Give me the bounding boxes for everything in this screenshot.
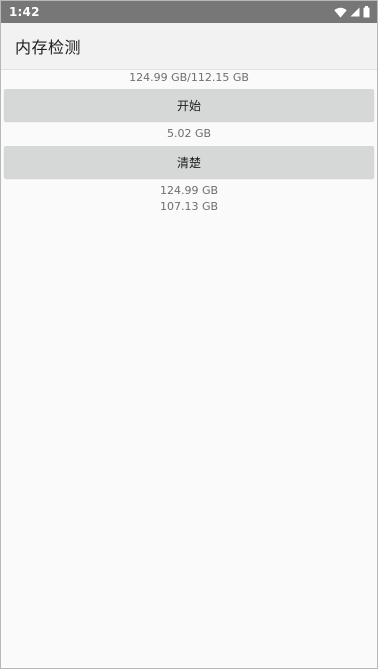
status-icons <box>334 6 370 18</box>
battery-icon <box>363 6 370 18</box>
cellular-signal-icon <box>350 7 360 17</box>
after-clean-available-text: 107.13 GB <box>159 200 219 213</box>
memory-result-text: 5.02 GB <box>166 127 212 140</box>
status-time: 1:42 <box>9 5 40 19</box>
app-bar: 内存检测 <box>1 23 377 70</box>
app-title: 内存检测 <box>15 38 82 57</box>
start-button[interactable]: 开始 <box>4 89 374 121</box>
wifi-icon <box>334 7 347 18</box>
memory-total-text: 124.99 GB/112.15 GB <box>129 71 249 84</box>
phone-screen: 1:42 内存检测 124.99 GB/112.15 GB 开始 5.02 GB… <box>0 0 378 669</box>
after-clean-total-text: 124.99 GB <box>159 184 219 197</box>
main-content: 124.99 GB/112.15 GB 开始 5.02 GB 清楚 124.99… <box>1 70 377 215</box>
status-bar: 1:42 <box>1 1 377 23</box>
clean-button[interactable]: 清楚 <box>4 146 374 178</box>
after-clean-values: 124.99 GB 107.13 GB <box>4 183 374 215</box>
